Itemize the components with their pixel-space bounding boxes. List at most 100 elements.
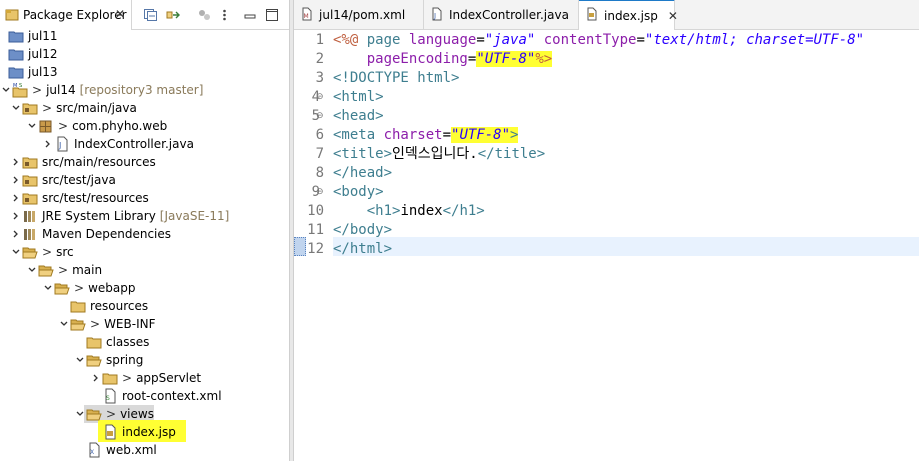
close-view-icon[interactable]: ✕: [115, 8, 125, 20]
chevron-down-icon[interactable]: [74, 351, 86, 369]
tab-pom-xml[interactable]: M jul14/pom.xml: [294, 0, 424, 30]
tree-item-label: JRE System Library: [42, 209, 156, 223]
tree-item-jul13[interactable]: jul13: [0, 63, 289, 81]
java-file-icon: J: [54, 136, 70, 152]
tab-indexcontroller-java[interactable]: J IndexController.java: [424, 0, 579, 30]
folder-icon: [70, 298, 86, 314]
focus-icon[interactable]: [198, 9, 211, 21]
fold-collapse-icon[interactable]: ⊖: [316, 183, 326, 202]
fold-collapse-icon[interactable]: ⊖: [316, 88, 326, 107]
code-line: <body>: [333, 184, 384, 200]
library-icon: [22, 226, 38, 242]
directive-name: page: [358, 32, 409, 48]
code-line: <!DOCTYPE html>: [333, 70, 460, 86]
jsp-directive-open: <%@: [333, 32, 359, 48]
chevron-down-icon[interactable]: [10, 243, 22, 261]
tab-label: index.jsp: [604, 8, 658, 23]
tree-item-src[interactable]: > src: [0, 243, 289, 261]
highlighted-attribute-value: "UTF-8": [451, 127, 511, 143]
tree-item-jul11[interactable]: jul11: [0, 27, 289, 45]
close-tab-icon[interactable]: ✕: [668, 9, 678, 23]
tree-item-label: web.xml: [106, 443, 157, 457]
code-line: </body>: [333, 222, 393, 238]
open-folder-icon: [54, 280, 70, 296]
editor-area: M jul14/pom.xml J IndexController.java i…: [294, 0, 919, 461]
chevron-down-icon[interactable]: [10, 99, 22, 117]
chevron-down-icon[interactable]: [26, 261, 38, 279]
fold-collapse-icon[interactable]: ⊖: [316, 107, 326, 126]
chevron-down-icon[interactable]: [58, 315, 70, 333]
xml-file-icon: X: [86, 442, 102, 458]
tree-item-src-main-java[interactable]: > src/main/java: [0, 99, 289, 117]
source-folder-icon: [22, 190, 38, 206]
line-number: 12: [307, 241, 324, 257]
code-editor[interactable]: <%@ page language="java" contentType="te…: [333, 31, 919, 461]
tree-item-label: src: [56, 245, 74, 259]
tree-item-resources[interactable]: resources: [0, 297, 289, 315]
git-dirty-marker: >: [106, 407, 117, 421]
tree-item-index-jsp[interactable]: index.jsp: [0, 423, 289, 441]
tree-item-appservlet[interactable]: > appServlet: [0, 369, 289, 387]
view-menu-icon[interactable]: [222, 9, 235, 21]
svg-text:S: S: [19, 83, 22, 89]
tree-item-src-main-resources[interactable]: src/main/resources: [0, 153, 289, 171]
tree-item-main[interactable]: > main: [0, 261, 289, 279]
maximize-icon[interactable]: [266, 9, 279, 21]
line-number: 7: [315, 146, 324, 162]
tree-item-root-context-xml[interactable]: S root-context.xml: [0, 387, 289, 405]
folder-icon: [102, 370, 118, 386]
git-dirty-marker: >: [122, 371, 133, 385]
tree-item-webapp[interactable]: > webapp: [0, 279, 289, 297]
tree-item-indexcontroller-java[interactable]: J IndexController.java: [0, 135, 289, 153]
tree-item-label: src/test/java: [42, 173, 116, 187]
link-with-editor-icon[interactable]: [166, 9, 180, 21]
svg-text:M: M: [13, 83, 17, 89]
package-explorer-title: Package Explorer: [23, 8, 127, 22]
tree-item-classes[interactable]: classes: [0, 333, 289, 351]
chevron-down-icon[interactable]: [26, 117, 38, 135]
tag-close: </title>: [477, 146, 546, 162]
tab-index-jsp[interactable]: index.jsp ✕: [579, 0, 678, 30]
minimize-icon[interactable]: [244, 9, 257, 21]
tag-close: >: [510, 127, 519, 143]
jsp-file-icon: [585, 7, 599, 24]
tree-item-label: classes: [106, 335, 150, 349]
java-file-icon: J: [430, 7, 444, 24]
tree-item-spring[interactable]: spring: [0, 351, 289, 369]
tree-item-views[interactable]: > views: [0, 405, 289, 423]
tree-item-jul12[interactable]: jul12: [0, 45, 289, 63]
open-folder-icon: [22, 244, 38, 260]
tree-item-jre-system-library[interactable]: JRE System Library [JavaSE-11]: [0, 207, 289, 225]
tree-item-com-phyho-web[interactable]: > com.phyho.web: [0, 117, 289, 135]
collapse-all-icon[interactable]: [144, 9, 157, 21]
chevron-right-icon[interactable]: [10, 153, 22, 171]
chevron-down-icon[interactable]: [0, 81, 12, 99]
tree-item-src-test-java[interactable]: src/test/java: [0, 171, 289, 189]
view-header: Package Explorer ✕: [0, 0, 289, 30]
git-dirty-marker: >: [42, 101, 53, 115]
chevron-right-icon[interactable]: [10, 189, 22, 207]
line-number: 2: [315, 51, 324, 67]
tree-item-web-inf[interactable]: > WEB-INF: [0, 315, 289, 333]
git-dirty-marker: >: [74, 281, 85, 295]
editor-tab-bar: M jul14/pom.xml J IndexController.java i…: [294, 0, 919, 30]
git-branch-decoration: [repository3 master]: [79, 83, 204, 97]
line-number: 6: [315, 127, 324, 143]
chevron-right-icon[interactable]: [42, 135, 54, 153]
jsp-file-icon: [102, 424, 118, 440]
tree-item-jul14[interactable]: MS > jul14 [repository3 master]: [0, 81, 289, 99]
chevron-right-icon[interactable]: [10, 225, 22, 243]
chevron-right-icon[interactable]: [10, 207, 22, 225]
package-explorer-tab[interactable]: Package Explorer ✕: [0, 0, 132, 30]
tree-item-src-test-resources[interactable]: src/test/resources: [0, 189, 289, 207]
tree-item-label: WEB-INF: [104, 317, 156, 331]
chevron-down-icon[interactable]: [74, 405, 86, 423]
tree-item-web-xml[interactable]: X web.xml: [0, 441, 289, 459]
chevron-right-icon[interactable]: [10, 171, 22, 189]
chevron-down-icon[interactable]: [42, 279, 54, 297]
tree-item-maven-dependencies[interactable]: Maven Dependencies: [0, 225, 289, 243]
chevron-right-icon[interactable]: [90, 369, 102, 387]
tree-item-label: src/main/java: [56, 101, 137, 115]
